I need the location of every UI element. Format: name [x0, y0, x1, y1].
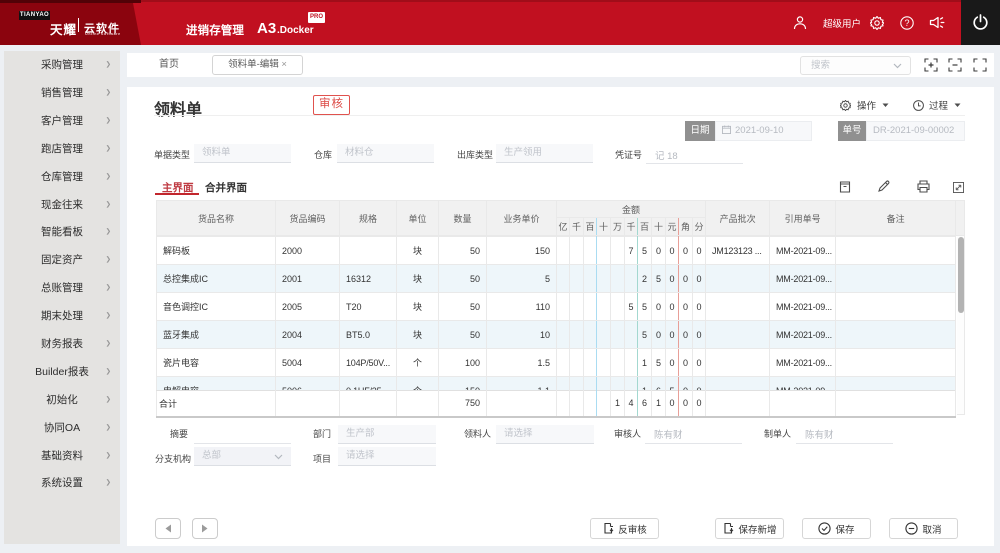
svg-text:?: ?: [904, 18, 909, 28]
